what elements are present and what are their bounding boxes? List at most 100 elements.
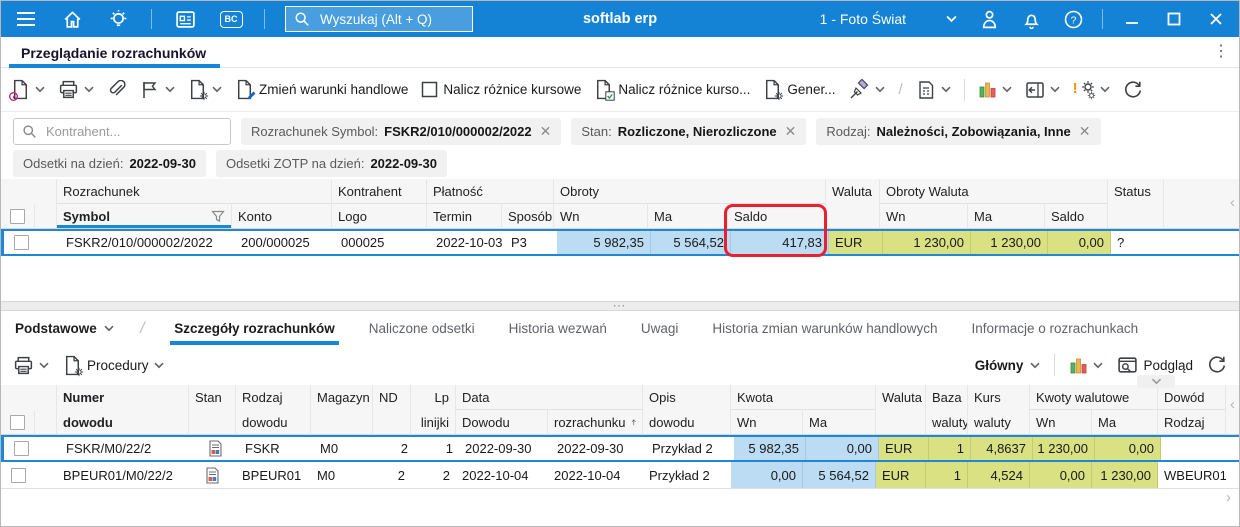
more-options-icon[interactable]: ⋮ xyxy=(1213,41,1229,61)
calculation-document-button[interactable] xyxy=(916,80,951,100)
chart-button[interactable] xyxy=(978,80,1012,99)
tab-szczegoly-rozrachunkow[interactable]: Szczegóły rozrachunków xyxy=(170,312,339,345)
column-header-symbol[interactable]: Symbol xyxy=(57,204,232,229)
hamburger-menu-icon[interactable] xyxy=(13,6,39,32)
filter-chip-rozrachunek[interactable]: Rozrachunek Symbol: FSKR2/010/000002/202… xyxy=(241,118,562,145)
column-header-opis[interactable]: Opis xyxy=(643,385,731,410)
column-header-waluta[interactable]: Waluta xyxy=(876,385,926,410)
highlighter-button[interactable] xyxy=(848,78,885,101)
close-icon[interactable]: ✕ xyxy=(1077,123,1091,140)
group-header-obroty-waluta[interactable]: Obroty Waluta xyxy=(880,179,1108,204)
layout-selector[interactable]: Główny xyxy=(975,358,1041,373)
row-checkbox[interactable] xyxy=(13,235,29,250)
column-header-saldo[interactable]: Saldo xyxy=(728,204,826,229)
column-header-ow-ma[interactable]: Ma xyxy=(968,204,1045,229)
minimize-icon[interactable] xyxy=(1119,6,1145,32)
document-info-button[interactable] xyxy=(9,79,45,101)
column-header-lp-2[interactable]: linijki xyxy=(411,410,456,435)
bc-module-icon[interactable]: BC xyxy=(218,6,244,32)
column-header-sposob[interactable]: Sposób xyxy=(502,204,554,229)
flag-button[interactable] xyxy=(140,80,175,100)
panel-splitter[interactable]: ⋯ xyxy=(1,299,1239,312)
column-header-kwota-wn[interactable]: Wn xyxy=(731,410,803,435)
column-header-ow-wn[interactable]: Wn xyxy=(880,204,968,229)
group-header-rozrachunek[interactable]: Rozrachunek xyxy=(57,179,332,204)
column-header-data-dowodu[interactable]: Dowodu xyxy=(456,410,548,435)
column-header-opis-2[interactable]: dowodu xyxy=(643,410,731,435)
column-header-ma[interactable]: Ma xyxy=(648,204,728,229)
filter-icon[interactable] xyxy=(211,210,225,223)
column-header-nd[interactable]: ND xyxy=(373,385,411,410)
column-header-termin[interactable]: Termin xyxy=(427,204,502,229)
detail-refresh-button[interactable] xyxy=(1207,355,1227,375)
nalicz-roznice-kursowe-button[interactable]: Nalicz różnice kursowe xyxy=(421,81,581,98)
idea-bulb-icon[interactable] xyxy=(105,6,131,32)
news-icon[interactable] xyxy=(172,6,198,32)
scroll-right-icon[interactable]: › xyxy=(1226,489,1231,506)
drag-handle-icon[interactable]: ⋯ xyxy=(613,299,628,312)
zmien-warunki-handlowe-button[interactable]: Zmień warunki handlowe xyxy=(235,79,408,100)
column-header-logo[interactable]: Logo xyxy=(332,204,427,229)
scroll-down-button[interactable] xyxy=(1137,375,1175,388)
help-icon[interactable] xyxy=(1060,6,1086,32)
column-header-baza-2[interactable]: waluty xyxy=(926,410,968,435)
filter-chip-odsetki-zotp[interactable]: Odsetki ZOTP na dzień: 2022-09-30 xyxy=(215,150,447,177)
attachments-button[interactable] xyxy=(107,80,127,100)
close-icon[interactable]: ✕ xyxy=(783,123,797,140)
generuj-button[interactable]: Gener... xyxy=(763,79,835,100)
row-checkbox[interactable] xyxy=(10,467,26,483)
column-header-data-rozrachunku[interactable]: rozrachunku xyxy=(548,410,643,435)
column-header-kw-wn[interactable]: Wn xyxy=(1030,410,1092,435)
column-header-stan[interactable]: Stan xyxy=(189,385,236,410)
filter-chip-odsetki[interactable]: Odsetki na dzień: 2022-09-30 xyxy=(13,150,206,177)
group-header-dowod[interactable]: Dowód xyxy=(1158,385,1226,410)
column-header-lp[interactable]: Lp xyxy=(411,385,456,410)
tab-przegladanie-rozrachunkow[interactable]: Przeglądanie rozrachunków xyxy=(9,37,221,68)
side-panel-button[interactable] xyxy=(1025,81,1060,99)
tab-informacje[interactable]: Informacje o rozrachunkach xyxy=(968,312,1143,345)
company-selector[interactable]: 1 - Foto Świat xyxy=(820,1,957,37)
column-header-numer[interactable]: Numer xyxy=(57,385,189,410)
detail-chart-button[interactable] xyxy=(1069,356,1103,375)
tab-naliczone-odsetki[interactable]: Naliczone odsetki xyxy=(365,312,479,345)
nalicz-roznice-kursowe-2-button[interactable]: Nalicz różnice kurso... xyxy=(594,79,750,101)
column-header-dowod-rodzaj[interactable]: Rodzaj xyxy=(1158,410,1226,435)
maximize-icon[interactable] xyxy=(1161,6,1187,32)
filter-chip-rodzaj[interactable]: Rodzaj: Należności, Zobowiązania, Inne ✕ xyxy=(816,118,1101,145)
tab-historia-zmian[interactable]: Historia zmian warunków handlowych xyxy=(708,312,941,345)
collapse-left-icon[interactable]: ‹ xyxy=(1230,194,1235,211)
user-icon[interactable] xyxy=(976,6,1002,32)
column-header-rodzaj-2[interactable]: dowodu xyxy=(236,410,311,435)
group-header-kwota[interactable]: Kwota xyxy=(731,385,876,410)
group-header-kontrahent[interactable]: Kontrahent xyxy=(332,179,427,204)
column-header-kurs[interactable]: Kurs xyxy=(968,385,1030,410)
filter-chip-stan[interactable]: Stan: Rozliczone, Nierozliczone ✕ xyxy=(571,118,807,145)
podglad-button[interactable]: Podgląd xyxy=(1117,356,1193,375)
group-header-obroty[interactable]: Obroty xyxy=(554,179,826,204)
column-header-kurs-2[interactable]: waluty xyxy=(968,410,1030,435)
column-header-rodzaj[interactable]: Rodzaj xyxy=(236,385,311,410)
procedury-button[interactable]: Procedury xyxy=(63,355,164,376)
kontrahent-search-box[interactable] xyxy=(13,118,231,145)
group-header-platnosc[interactable]: Płatność xyxy=(427,179,554,204)
select-all-checkbox[interactable] xyxy=(10,208,25,224)
select-all-checkbox[interactable] xyxy=(10,414,25,430)
close-icon[interactable] xyxy=(1203,6,1229,32)
table-row[interactable]: BPEUR01/M0/22/2 BPEUR01 M0 2 2 2022-10-0… xyxy=(1,462,1239,489)
global-search-box[interactable] xyxy=(285,6,473,32)
print-button[interactable] xyxy=(58,79,94,100)
home-icon[interactable] xyxy=(59,6,85,32)
settings-warning-button[interactable]: ! xyxy=(1073,80,1110,100)
column-header-baza[interactable]: Baza xyxy=(926,385,968,410)
kontrahent-search-input[interactable] xyxy=(44,123,209,140)
tab-uwagi[interactable]: Uwagi xyxy=(637,312,683,345)
group-header-kwoty-walutowe[interactable]: Kwoty walutowe xyxy=(1030,385,1158,410)
table-row[interactable]: FSKR/M0/22/2 FSKR M0 2 1 2022-09-30 2022… xyxy=(1,435,1239,462)
global-search-input[interactable] xyxy=(318,10,458,28)
row-checkbox[interactable] xyxy=(13,441,29,456)
group-header-data[interactable]: Data xyxy=(456,385,643,410)
column-header-konto[interactable]: Konto xyxy=(232,204,332,229)
refresh-button[interactable] xyxy=(1123,80,1143,100)
column-header-magazyn[interactable]: Magazyn xyxy=(311,385,373,410)
detail-view-selector[interactable]: Podstawowe xyxy=(15,321,114,336)
